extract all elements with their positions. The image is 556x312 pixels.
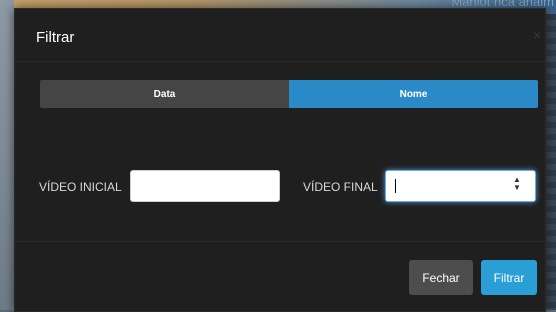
final-video-label: VÍDEO FINAL	[303, 180, 378, 194]
modal-title: Filtrar	[36, 29, 75, 46]
close-icon[interactable]: ×	[533, 27, 541, 43]
modal-header: Filtrar ×	[15, 9, 545, 62]
close-button[interactable]: Fechar	[409, 260, 473, 295]
filter-tabs: Data Nome	[40, 80, 538, 108]
background-left-strip	[0, 0, 14, 310]
tab-data[interactable]: Data	[40, 80, 289, 108]
tab-nome[interactable]: Nome	[289, 80, 538, 108]
modal-footer-divider	[15, 241, 545, 242]
filter-button[interactable]: Filtrar	[481, 260, 537, 295]
spinner-arrows-icon[interactable]: ▲ ▼	[512, 176, 522, 196]
initial-video-input[interactable]	[130, 170, 280, 202]
filter-modal: Filtrar × Data Nome VÍDEO INICIAL VÍDEO …	[14, 8, 546, 312]
text-caret	[395, 179, 396, 193]
initial-video-label: VÍDEO INICIAL	[39, 180, 122, 194]
